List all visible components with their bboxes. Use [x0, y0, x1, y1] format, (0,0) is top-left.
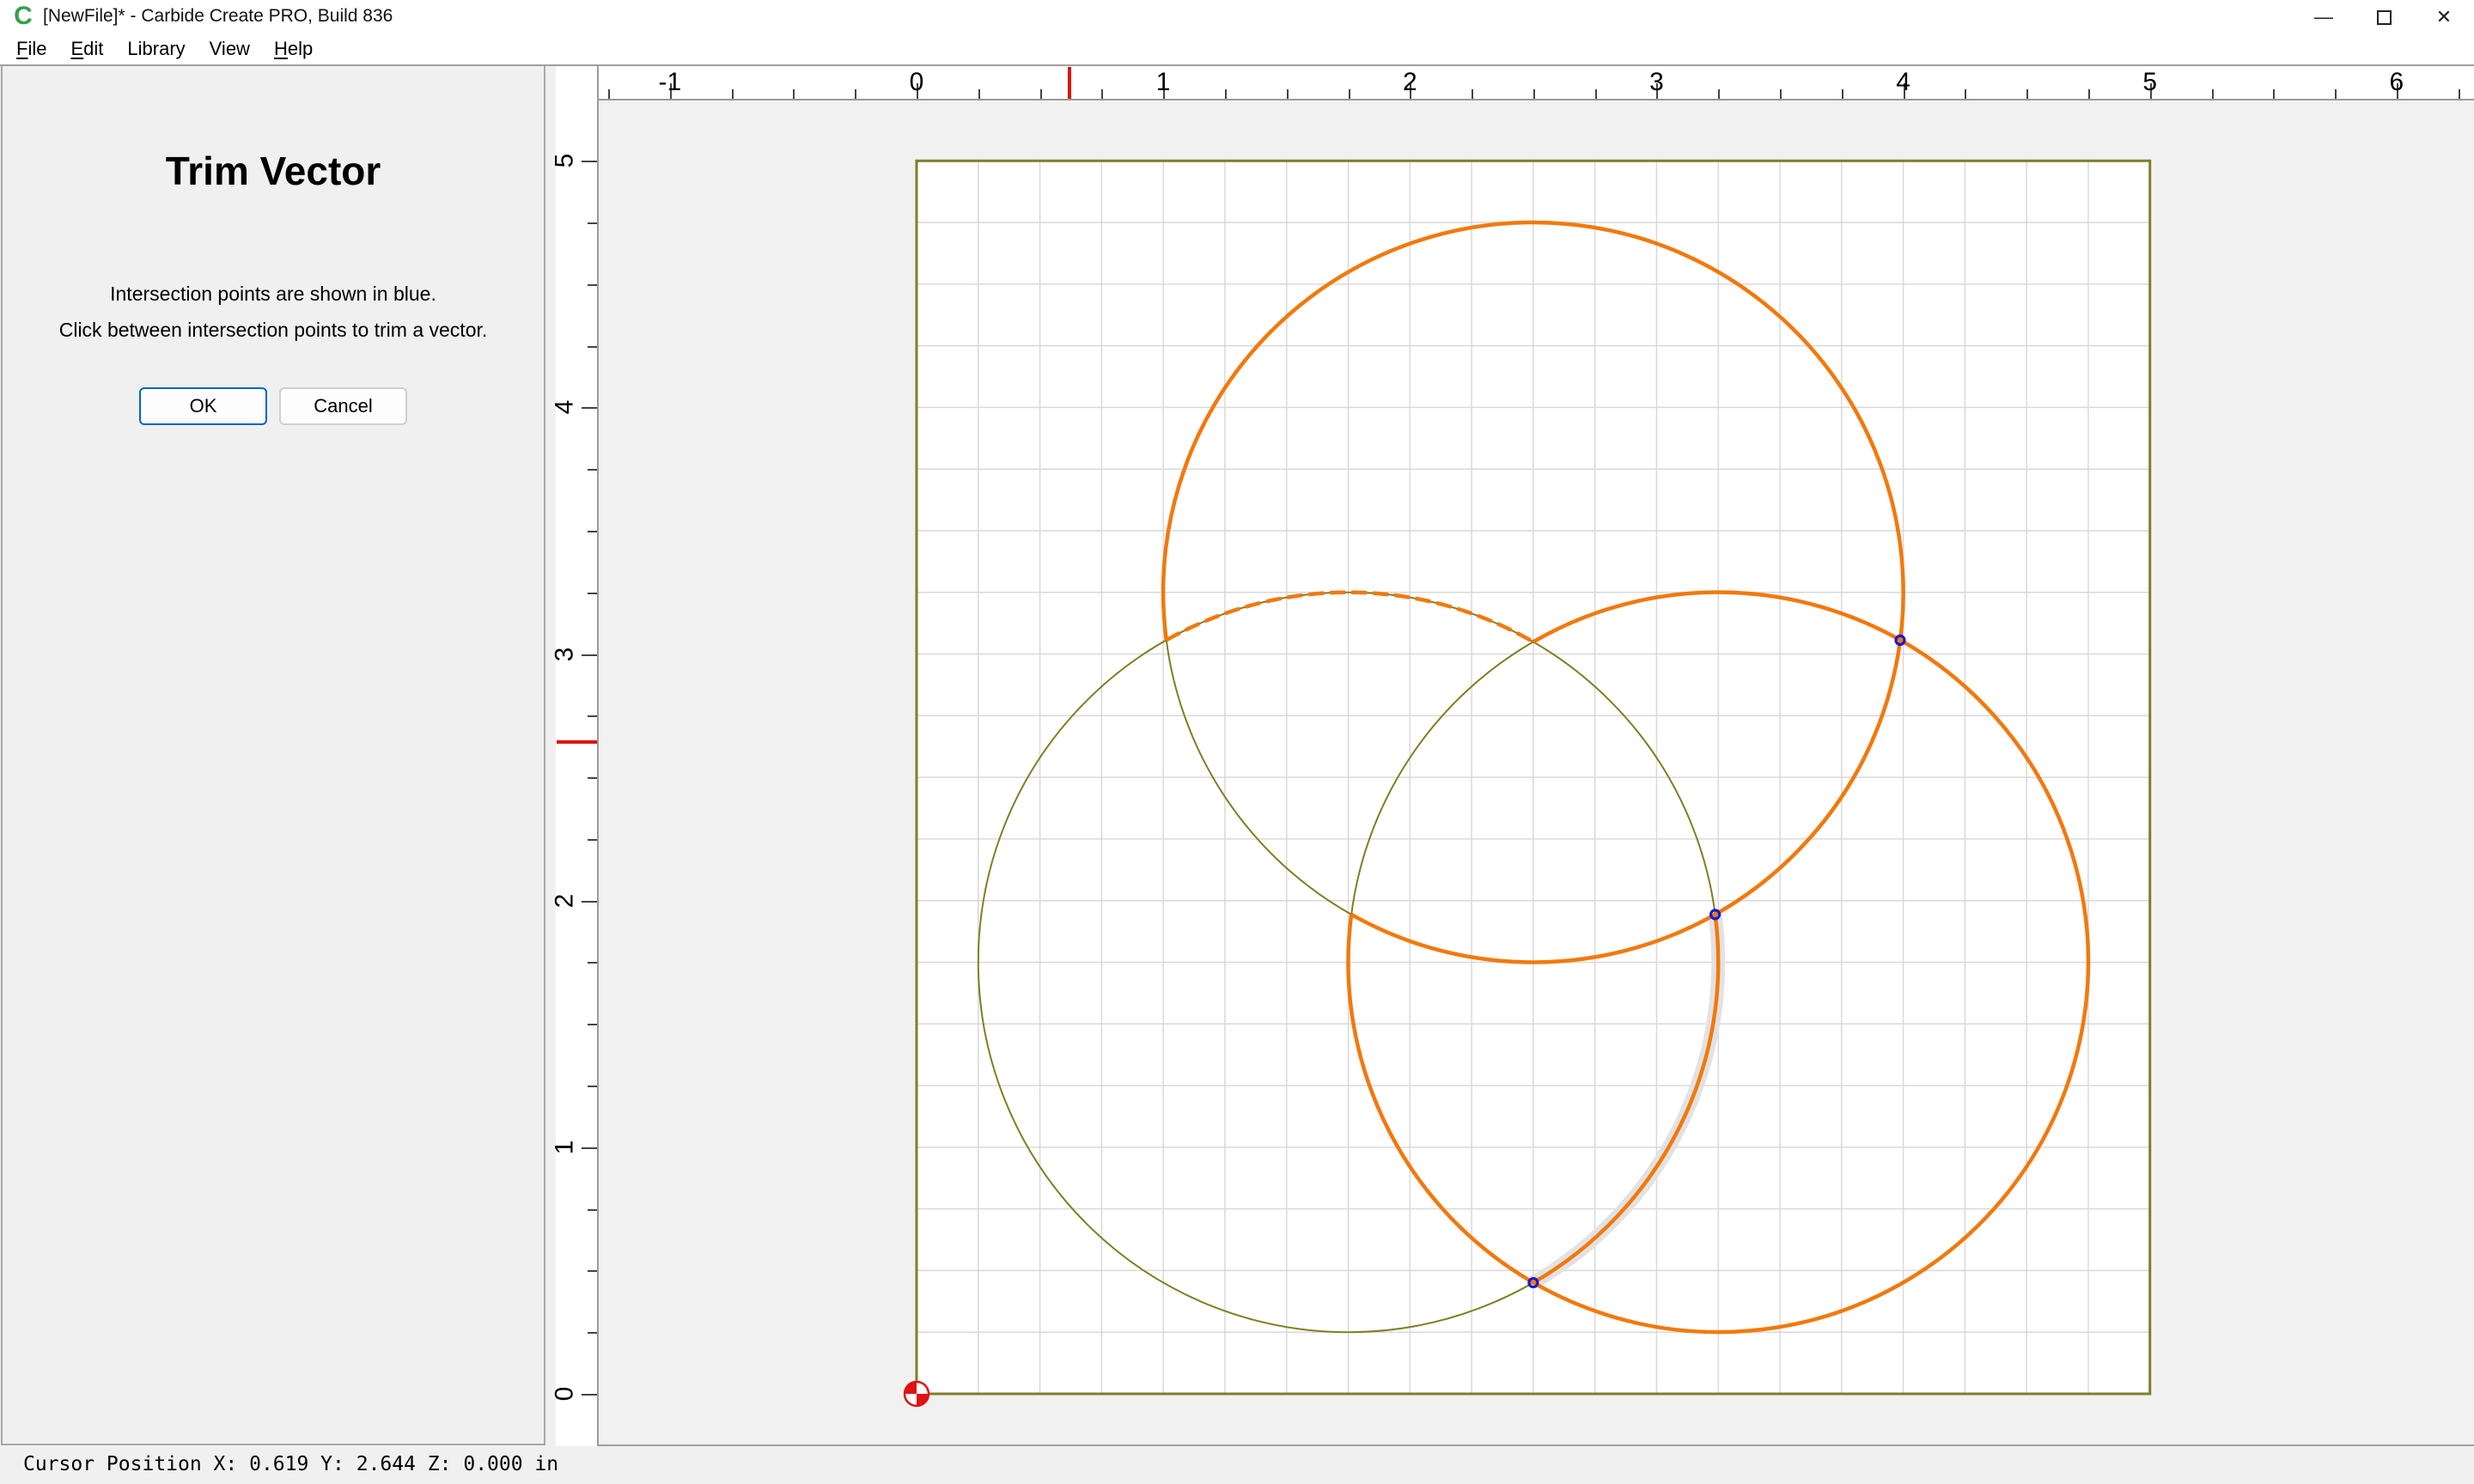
ruler-label: 0 [909, 68, 924, 96]
ruler-tick [1101, 89, 1104, 99]
status-bar: Cursor Position X: 0.619 Y: 2.644 Z: 0.0… [0, 1446, 2474, 1484]
ruler-tick [1718, 89, 1721, 99]
ruler-tick [582, 654, 597, 656]
ruler-tick [588, 838, 597, 841]
ruler-label: 2 [550, 893, 579, 909]
ruler-tick [731, 89, 734, 99]
ruler-tick [582, 161, 597, 163]
app-window: C [NewFile]* - Carbide Create PRO, Build… [0, 0, 2474, 1484]
instruction-line-1: Intersection points are shown in blue. [110, 283, 436, 305]
ruler-label: 5 [2142, 68, 2158, 96]
ruler-tick [2087, 89, 2090, 99]
menu-item-edit[interactable]: Edit [58, 34, 115, 64]
ruler-label: 0 [550, 1386, 579, 1402]
ruler-tick [2273, 89, 2276, 99]
ok-button[interactable]: OK [139, 387, 267, 425]
ruler-tick [2211, 89, 2214, 99]
ruler-label: 2 [1402, 68, 1417, 96]
ruler-tick [978, 89, 980, 99]
ruler-label: 1 [1155, 68, 1171, 96]
ruler-tick [855, 89, 857, 99]
instruction-line-2: Click between intersection points to tri… [58, 319, 488, 341]
menu-item-help[interactable]: Help [262, 34, 325, 64]
ruler-tick [1348, 89, 1350, 99]
ruler-tick [608, 89, 611, 99]
menu-item-view[interactable]: View [198, 34, 262, 64]
menu-item-library[interactable]: Library [115, 34, 197, 64]
ruler-tick [588, 777, 597, 780]
ruler-label: 6 [2389, 68, 2404, 96]
ruler-tick [1286, 89, 1289, 99]
drawing-area-background[interactable] [556, 66, 2474, 1446]
ruler-tick [588, 592, 597, 594]
ruler-tick [588, 469, 597, 471]
ruler-tick [582, 1394, 597, 1396]
cursor-y-indicator [557, 739, 597, 744]
close-button[interactable]: ✕ [2414, 0, 2474, 34]
ruler-tick [588, 962, 597, 964]
ruler-tick [588, 222, 597, 225]
ruler-label: 4 [1896, 68, 1910, 96]
cursor-position-readout: Cursor Position X: 0.619 Y: 2.644 Z: 0.0… [23, 1453, 559, 1475]
ruler-tick [2335, 89, 2337, 99]
ruler-tick [588, 1086, 597, 1088]
menu-bar: File Edit Library View Help [0, 34, 2474, 64]
ruler-tick [588, 1270, 597, 1273]
restore-icon [2376, 9, 2392, 25]
ruler-tick [1965, 89, 1967, 99]
ruler-tick [588, 1024, 597, 1026]
trim-vector-panel: Trim Vector Intersection points are show… [1, 66, 545, 1445]
app-icon: C [14, 2, 33, 30]
ruler-tick [1841, 89, 1843, 99]
ruler-label: -1 [658, 68, 682, 96]
minimize-button[interactable]: — [2294, 0, 2354, 34]
ruler-label: 4 [550, 400, 579, 415]
ruler-tick [582, 1146, 597, 1149]
ruler-label: 1 [550, 1140, 579, 1155]
restore-button[interactable] [2354, 0, 2414, 34]
menu-item-file[interactable]: File [4, 34, 58, 64]
cancel-button[interactable]: Cancel [279, 387, 407, 425]
title-bar: C [NewFile]* - Carbide Create PRO, Build… [0, 0, 2474, 34]
ruler-label: 3 [550, 647, 579, 661]
ruler-tick [1533, 89, 1535, 99]
ruler-tick [588, 345, 597, 348]
ruler-tick [793, 89, 795, 99]
ruler-label: 3 [1649, 68, 1664, 96]
ruler-tick [582, 900, 597, 903]
panel-title: Trim Vector [165, 149, 381, 193]
cursor-x-indicator [1067, 67, 1071, 99]
ruler-tick [1780, 89, 1782, 99]
ruler-tick [1039, 89, 1042, 99]
ruler-tick [1594, 89, 1597, 99]
ruler-tick [588, 1208, 597, 1211]
ruler-tick [1224, 89, 1227, 99]
ruler-tick [582, 407, 597, 410]
ruler-tick [588, 530, 597, 532]
ruler-vertical: 0 1 2 3 4 5 [550, 66, 599, 1446]
ruler-tick [2458, 89, 2460, 99]
ruler-tick [588, 283, 597, 286]
ruler-tick [2026, 89, 2029, 99]
ruler-tick [588, 1332, 597, 1335]
ruler-tick [1472, 89, 1474, 99]
ruler-tick [588, 715, 597, 718]
ruler-label: 5 [550, 153, 579, 168]
ruler-horizontal: -1 0 1 2 3 4 5 6 [556, 66, 2474, 100]
window-title: [NewFile]* - Carbide Create PRO, Build 8… [43, 6, 393, 26]
